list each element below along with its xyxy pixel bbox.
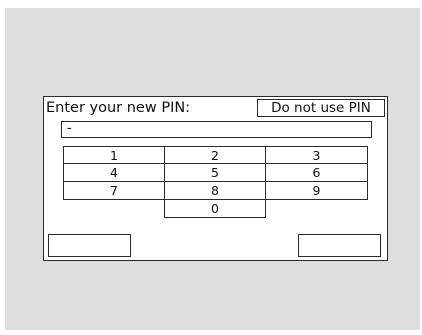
keypad-key-3[interactable]: 3 (265, 146, 368, 164)
do-not-use-pin-button[interactable]: Do not use PIN (257, 99, 385, 117)
right-soft-key[interactable] (298, 234, 381, 257)
pin-prompt-label: Enter your new PIN: (46, 100, 191, 116)
keypad-key-8[interactable]: 8 (164, 181, 266, 200)
left-soft-key[interactable] (48, 234, 131, 257)
keypad-key-6[interactable]: 6 (265, 163, 368, 182)
device-screen: Enter your new PIN: Do not use PIN - 1 2… (0, 0, 422, 335)
keypad-key-1[interactable]: 1 (63, 146, 165, 164)
keypad-key-0[interactable]: 0 (164, 199, 266, 218)
pin-input-field[interactable]: - (61, 121, 372, 138)
pin-entry-dialog: Enter your new PIN: Do not use PIN - 1 2… (43, 96, 388, 261)
numeric-keypad: 1 2 3 4 5 6 7 8 9 0 (63, 146, 368, 237)
keypad-key-9[interactable]: 9 (265, 181, 368, 200)
keypad-key-5[interactable]: 5 (164, 163, 266, 182)
keypad-key-2[interactable]: 2 (164, 146, 266, 164)
keypad-key-4[interactable]: 4 (63, 163, 165, 182)
keypad-key-7[interactable]: 7 (63, 181, 165, 200)
